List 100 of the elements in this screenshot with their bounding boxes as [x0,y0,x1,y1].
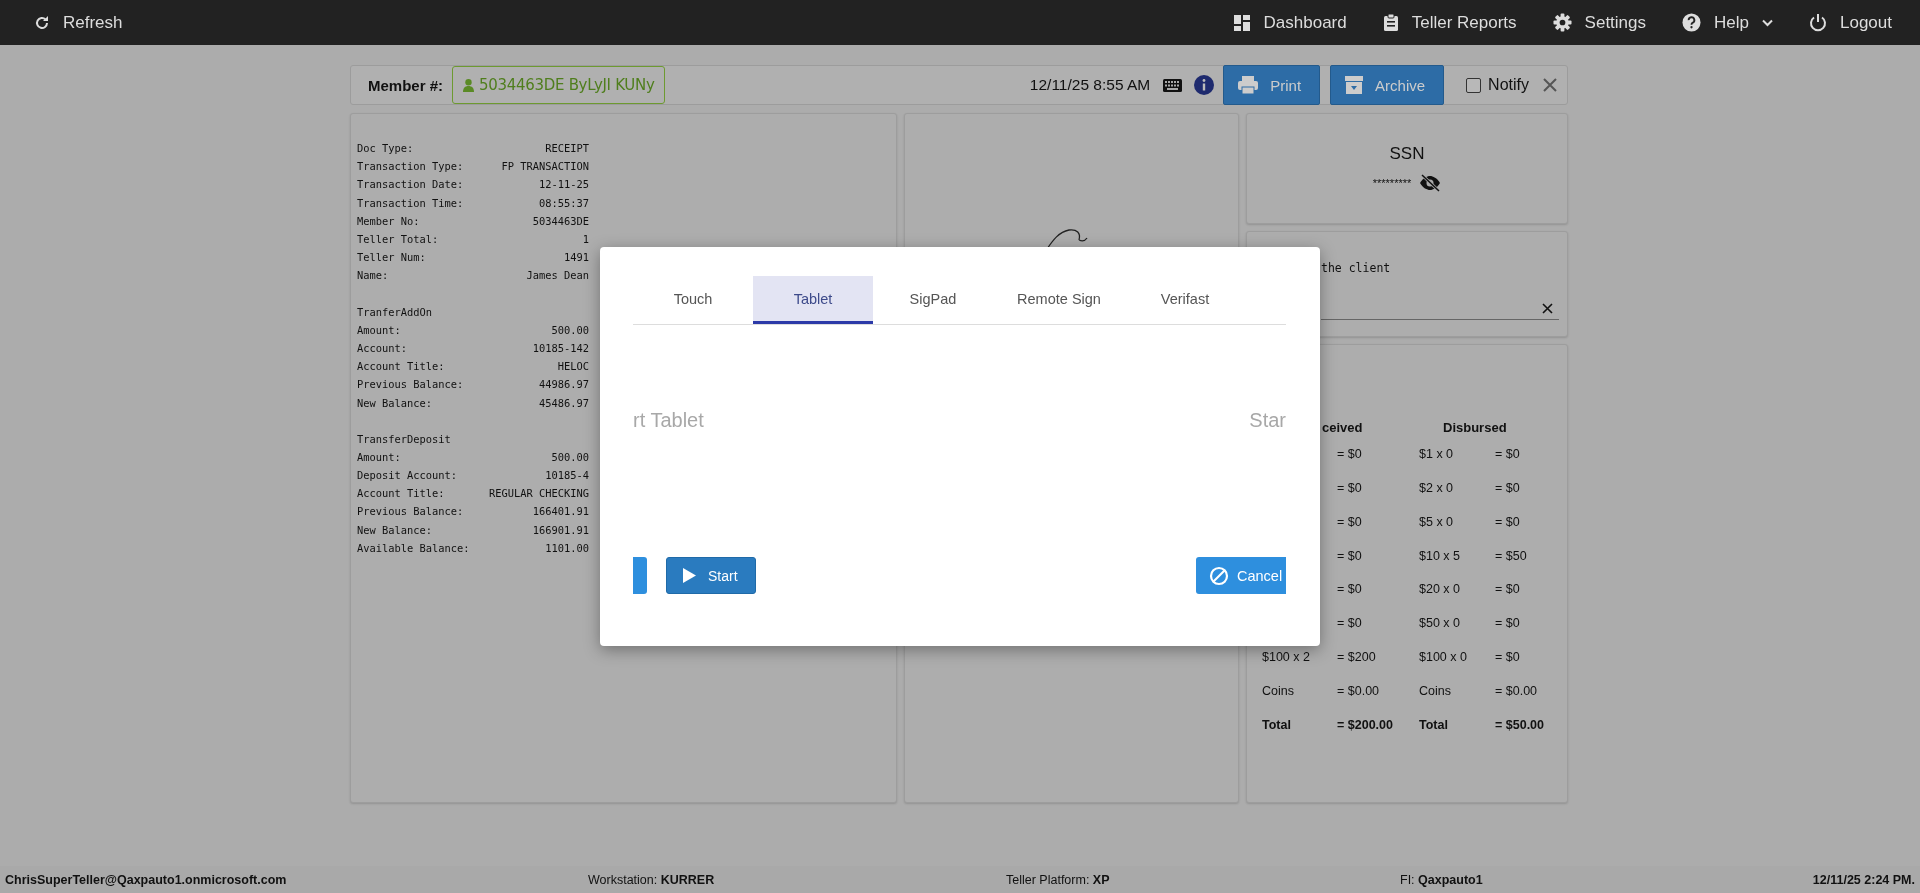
denomination-label: $100 x 0 [1419,650,1467,665]
power-icon[interactable] [1809,13,1827,32]
date-time: 12/11/25 8:55 AM [1029,76,1151,94]
dashboard-link[interactable]: Dashboard [1232,12,1347,33]
status-text: Workstation: KURRER [588,872,716,887]
receipt-value: 10185-142 [532,341,589,354]
clear-icon[interactable] [1542,302,1553,314]
denomination-label: $100 x 2 [1262,650,1310,665]
slide-caption: rt Tablet [633,409,704,432]
receipt-value: James Dean [526,269,589,282]
amount: = $0 [1495,616,1521,631]
receipt-value: 166901.91 [532,523,589,536]
receipt-label: Amount: [357,450,401,463]
status-text: FI: Qaxpauto1 [1400,872,1484,887]
tab[interactable]: Touch [633,276,753,324]
help-link[interactable]: Help [1682,12,1773,33]
amount: = $0 [1495,582,1521,597]
ban-icon [1209,565,1229,586]
tab[interactable]: SigPad [873,276,993,324]
receipt-label: Amount: [357,323,401,336]
refresh-link[interactable]: Refresh [34,12,123,33]
keyboard-icon[interactable] [1163,78,1183,92]
receipt-value: RECEIPT [545,142,589,155]
refresh-icon[interactable] [34,14,50,31]
eye-slash-icon[interactable] [1419,174,1442,192]
amount: = $50 [1495,548,1528,563]
clipboard-icon[interactable] [1382,13,1399,32]
tab[interactable]: Remote Sign [993,276,1125,324]
ssn-title: SSN [1389,144,1425,164]
close-icon[interactable] [1543,78,1557,92]
printer-icon [1238,76,1259,94]
receipt-section-title: TranferAddOn [357,304,434,320]
denomination-label: $10 x 5 [1419,548,1460,563]
tab[interactable]: Tablet [753,276,873,324]
receipt-value: REGULAR CHECKING [488,487,589,500]
slide-caption: Star [1249,409,1286,432]
amount: = $50.00 [1495,717,1545,732]
play-icon [683,568,696,583]
receipt-value: 08:55:37 [538,196,589,209]
amount: = $0 [1337,616,1363,631]
reports-link[interactable]: Teller Reports [1382,12,1517,33]
denomination-label: Coins [1262,684,1294,699]
receipt-label: Teller Total: [357,233,439,246]
amount: = $0.00 [1337,684,1381,699]
tab[interactable]: Verifast [1125,276,1245,324]
help-icon[interactable] [1682,13,1702,32]
receipt-label: Transaction Time: [357,196,464,209]
logout-link[interactable]: Logout [1809,12,1892,33]
memo-text: the client [1321,261,1391,275]
person-icon [463,78,475,92]
receipt-value: 44986.97 [538,378,589,391]
info-icon[interactable] [1194,75,1215,95]
receipt-value: 45486.97 [538,396,589,409]
amount: = $0 [1337,548,1363,563]
amount: = $0 [1337,514,1363,529]
receipt-label: Teller Num: [357,251,426,264]
denomination-label: Total [1419,717,1448,732]
settings-icon[interactable] [1552,13,1572,32]
denomination-label: $5 x 0 [1419,514,1454,529]
receipt-label: Transaction Type: [357,160,464,173]
print-button[interactable]: Print [1223,65,1321,105]
amount: = $0 [1337,446,1363,461]
denomination-label: $50 x 0 [1419,616,1460,631]
denomination-label: $20 x 0 [1419,582,1460,597]
denomination-label: $1 x 0 [1419,446,1454,461]
receipt-label: Name: [357,269,389,282]
denomination-label: Coins [1419,684,1451,699]
status-text: ChrisSuperTeller@Qaxpauto1.onmicrosoft.com [5,872,288,887]
receipt-value: HELOC [557,360,589,373]
notify-checkbox[interactable]: Notify [1466,76,1529,94]
amount: = $0.00 [1495,684,1539,699]
archive-button[interactable]: Archive [1330,65,1445,105]
amount: = $0 [1337,582,1363,597]
amount: = $0 [1495,480,1521,495]
receipt-value: 500.00 [551,323,589,336]
ssn-value: ********* [1372,177,1412,189]
amount: = $0 [1495,446,1521,461]
receipt-label: Transaction Date: [357,178,464,191]
receipt-value: 1 [582,233,589,246]
receipt-value: FP TRANSACTION [501,160,589,173]
receipt-value: 5034463DE [532,214,589,227]
receipt-section-title: TransferDeposit [357,431,452,447]
receipt-label: Account Title: [357,360,445,373]
receipt-label: Previous Balance: [357,505,464,518]
receipt-value: 12-11-25 [538,178,589,191]
dashboard-icon[interactable] [1232,13,1251,32]
status-text: 12/11/25 2:24 PM. [1811,872,1915,887]
caret-icon[interactable] [1762,18,1773,27]
receipt-value: 166401.91 [532,505,589,518]
receipt-label: Available Balance: [357,541,470,554]
receipt-label: Deposit Account: [357,469,458,482]
denomination-label: $2 x 0 [1419,480,1454,495]
member-label: Member #: [368,76,444,94]
receipt-value: 500.00 [551,450,589,463]
start-button[interactable]: Start [666,557,756,594]
column-heading: Disbursed [1442,419,1508,437]
receipt-label: New Balance: [357,523,433,536]
settings-link[interactable]: Settings [1552,12,1647,33]
receipt-label: Account Title: [357,487,445,500]
amount: = $0 [1495,514,1521,529]
